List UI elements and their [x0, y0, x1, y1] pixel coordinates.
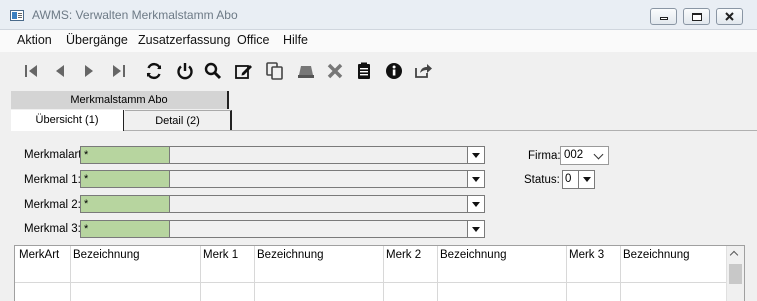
column-header-merkart[interactable]: MerkArt [19, 249, 59, 261]
status-select[interactable]: 0 [562, 170, 595, 189]
merkmal3-key-input[interactable]: * [81, 221, 170, 237]
merkmal1-label: Merkmal 1: [24, 174, 81, 186]
column-header-merk2[interactable]: Merk 2 [386, 249, 421, 261]
scroll-up-icon[interactable] [727, 246, 744, 262]
close-icon [725, 12, 734, 21]
eraser-button[interactable] [295, 60, 317, 82]
column-divider [620, 246, 621, 301]
merkmal2-key-input[interactable]: * [81, 196, 170, 212]
info-icon [386, 63, 402, 79]
results-table[interactable]: MerkArt Bezeichnung Merk 1 Bezeichnung M… [14, 245, 745, 301]
merkmalart-key-input[interactable]: * [81, 147, 170, 163]
minimize-button[interactable] [650, 8, 677, 25]
copy-button[interactable] [264, 60, 286, 82]
clipboard-icon [358, 62, 370, 79]
refresh-button[interactable] [143, 60, 165, 82]
column-divider [566, 246, 567, 301]
column-divider [200, 246, 201, 301]
column-divider [437, 246, 438, 301]
delete-button[interactable] [324, 60, 346, 82]
column-header-bezeichnung[interactable]: Bezeichnung [73, 249, 140, 261]
clipboard-button[interactable] [353, 60, 375, 82]
window-title: AWMS: Verwalten Merkmalstamm Abo [32, 8, 238, 22]
status-label: Status: [524, 174, 560, 186]
chevron-down-icon[interactable] [578, 171, 594, 188]
chevron-down-icon[interactable] [467, 171, 484, 187]
previous-record-button[interactable] [49, 60, 71, 82]
export-button[interactable] [412, 60, 434, 82]
first-record-button[interactable] [20, 60, 42, 82]
column-header-merk3[interactable]: Merk 3 [569, 249, 604, 261]
edit-button[interactable] [233, 60, 255, 82]
merkmal1-key-input[interactable]: * [81, 171, 170, 187]
column-divider [254, 246, 255, 301]
copy-icon [266, 62, 283, 80]
scrollbar-thumb[interactable] [729, 264, 742, 284]
merkmal2-label: Merkmal 2: [24, 199, 81, 211]
column-divider [70, 246, 71, 301]
firma-value: 002 [564, 149, 584, 161]
last-record-button[interactable] [108, 60, 130, 82]
merkmal2-combobox[interactable]: * [80, 195, 485, 213]
edit-icon [235, 65, 252, 79]
next-record-button[interactable] [78, 60, 100, 82]
merkmal1-description [171, 171, 467, 187]
chevron-down-icon[interactable] [467, 196, 484, 212]
chevron-down-icon[interactable] [467, 147, 484, 163]
eraser-icon [298, 66, 314, 78]
column-header-bezeichnung-1[interactable]: Bezeichnung [257, 249, 324, 261]
last-record-icon [113, 65, 125, 77]
firma-label: Firma: [528, 150, 561, 162]
merkmalart-label: Merkmalart: [24, 149, 85, 161]
merkmalart-combobox[interactable]: * [80, 146, 485, 164]
menu-bar: Aktion Übergänge Zusatzerfassung Office … [0, 30, 757, 52]
power-button[interactable] [174, 60, 196, 82]
toolbar [0, 52, 757, 90]
merkmal3-description [171, 221, 467, 237]
app-icon [10, 10, 24, 21]
merkmal1-combobox[interactable]: * [80, 170, 485, 188]
tab-divider [124, 130, 757, 131]
menu-zusatzerfassung[interactable]: Zusatzerfassung [138, 33, 230, 47]
merkmal3-label: Merkmal 3: [24, 223, 81, 235]
menu-uebergaenge[interactable]: Übergänge [66, 33, 128, 47]
vertical-scrollbar[interactable] [726, 246, 744, 301]
previous-record-icon [56, 65, 64, 77]
tab-uebersicht[interactable]: Übersicht (1) [11, 110, 124, 131]
menu-aktion[interactable]: Aktion [17, 33, 52, 47]
info-button[interactable] [383, 60, 405, 82]
delete-icon [327, 63, 343, 79]
search-icon [204, 62, 222, 80]
column-header-bezeichnung-2[interactable]: Bezeichnung [440, 249, 507, 261]
menu-hilfe[interactable]: Hilfe [283, 33, 308, 47]
chevron-down-icon[interactable] [467, 221, 484, 237]
next-record-icon [85, 65, 93, 77]
column-divider [383, 246, 384, 301]
menu-office[interactable]: Office [237, 33, 269, 47]
search-button[interactable] [202, 60, 224, 82]
merkmal3-combobox[interactable]: * [80, 220, 485, 238]
group-tab-merkmalstamm: Merkmalstamm Abo [11, 91, 229, 109]
column-header-bezeichnung-3[interactable]: Bezeichnung [623, 249, 690, 261]
power-icon [177, 63, 193, 80]
close-button[interactable] [716, 8, 743, 25]
status-value: 0 [565, 173, 572, 185]
merkmalart-description [171, 147, 467, 163]
export-icon [415, 64, 432, 78]
merkmal2-description [171, 196, 467, 212]
title-bar: AWMS: Verwalten Merkmalstamm Abo [0, 0, 757, 30]
refresh-icon [146, 62, 162, 80]
maximize-button[interactable] [683, 8, 710, 25]
first-record-icon [25, 65, 37, 77]
chevron-down-icon [593, 149, 604, 160]
tab-detail[interactable]: Detail (2) [125, 110, 232, 131]
column-header-merk1[interactable]: Merk 1 [203, 249, 238, 261]
row-divider [15, 282, 726, 283]
firma-select[interactable]: 002 [560, 146, 609, 165]
